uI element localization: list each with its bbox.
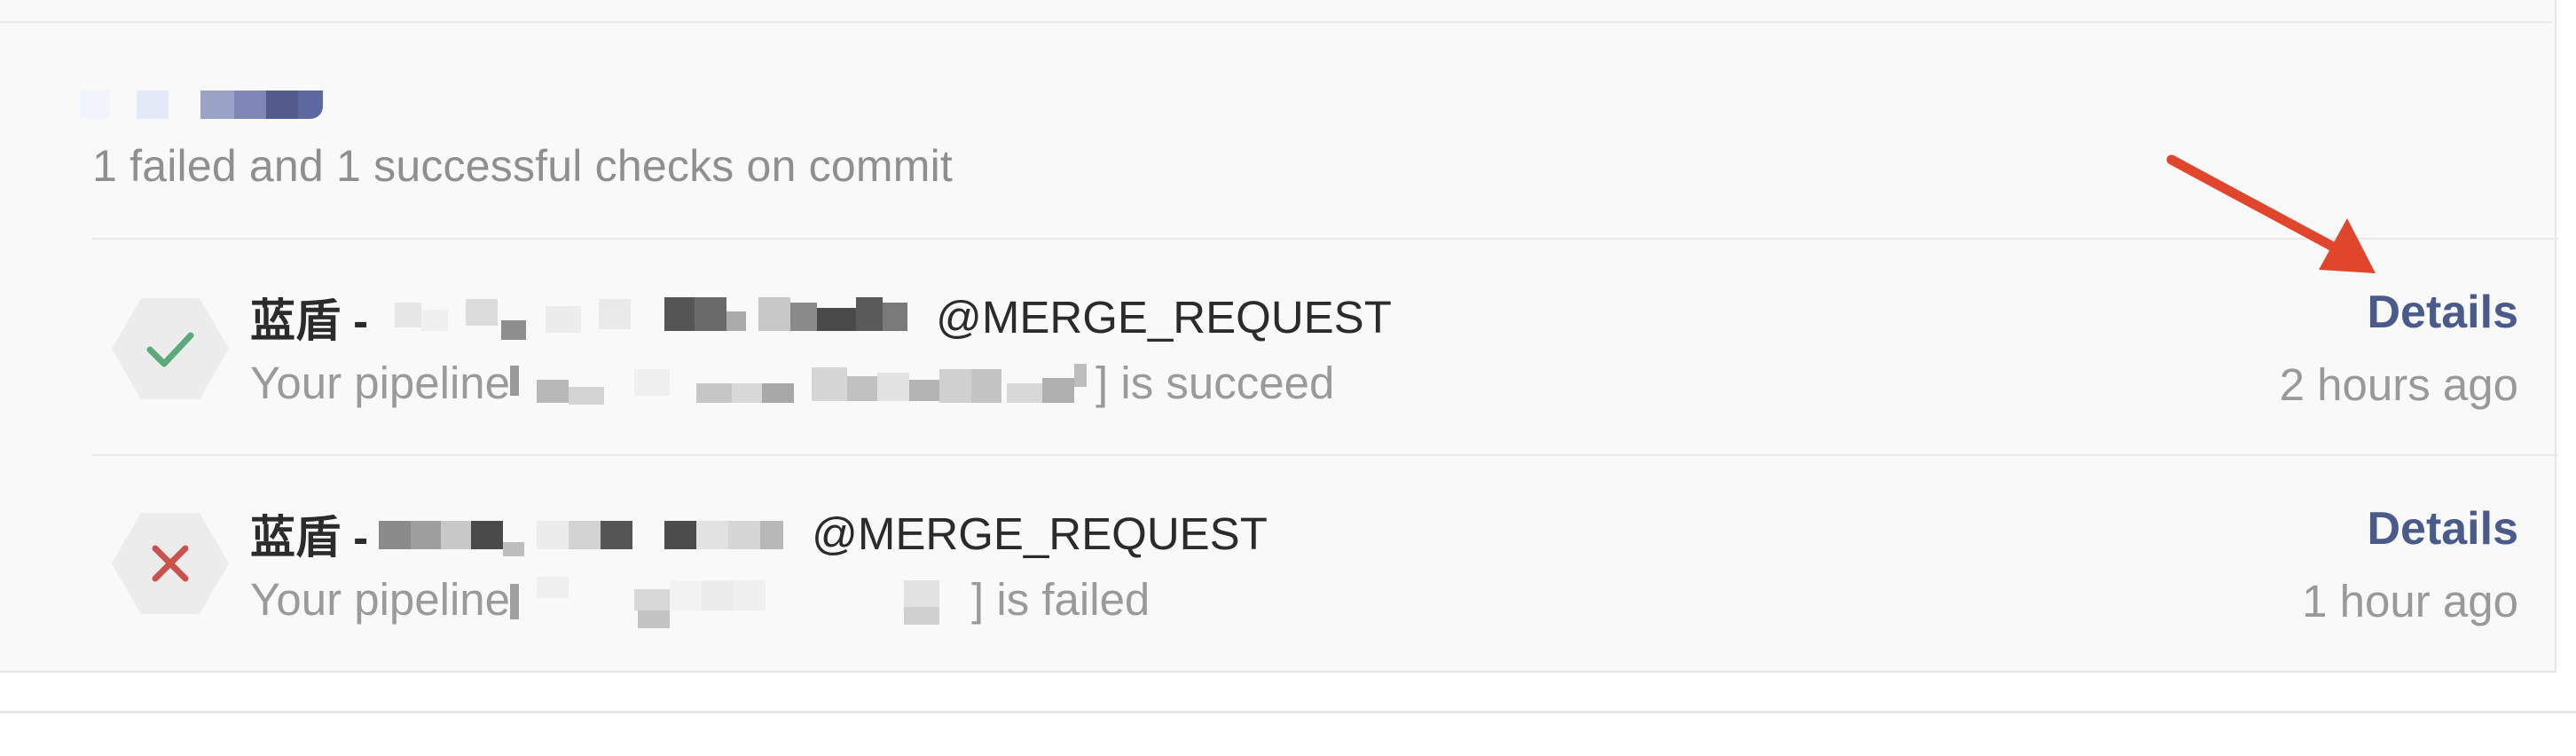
check-title-suffix: @MERGE_REQUEST <box>936 291 1392 343</box>
pipeline-prefix: Your pipeline <box>250 574 511 625</box>
pipeline-status-text: ] is succeed <box>1096 358 1335 408</box>
check-title-suffix: @MERGE_REQUEST <box>812 508 1268 559</box>
annotation-arrow-icon <box>2166 154 2376 273</box>
details-link[interactable]: Details <box>2367 502 2518 555</box>
redacted-pipeline-name <box>368 510 812 556</box>
redacted-pipeline-name <box>368 294 936 340</box>
check-title-prefix: 蓝盾 - <box>250 512 369 563</box>
merge-request-checks-section: 1 failed and 1 successful checks on comm… <box>0 0 2576 756</box>
pipeline-prefix: Your pipeline <box>250 358 511 408</box>
check-title: 蓝盾 - @MERGE_REQUEST <box>250 500 1268 566</box>
pipeline-status-text: ] is failed <box>971 574 1151 625</box>
redacted-heading <box>80 91 337 119</box>
check-description: Your pipeline ] is succeed <box>250 357 1334 409</box>
check-title-prefix: 蓝盾 - <box>250 295 369 346</box>
row-divider <box>92 454 2558 456</box>
check-icon <box>146 332 194 367</box>
details-link[interactable]: Details <box>2367 286 2518 339</box>
redacted-pipeline-id <box>510 360 1096 406</box>
redacted-pipeline-id <box>510 576 971 628</box>
cross-icon <box>152 545 189 582</box>
section-bottom-border <box>0 711 2576 713</box>
check-timestamp: 2 hours ago <box>2279 359 2518 410</box>
checks-summary: 1 failed and 1 successful checks on comm… <box>92 141 953 191</box>
check-title: 蓝盾 - @MERGE_REQUEST <box>250 284 1392 350</box>
check-timestamp: 1 hour ago <box>2302 576 2518 626</box>
divider <box>0 21 2553 23</box>
check-description: Your pipeline ] is failed <box>250 573 1151 628</box>
